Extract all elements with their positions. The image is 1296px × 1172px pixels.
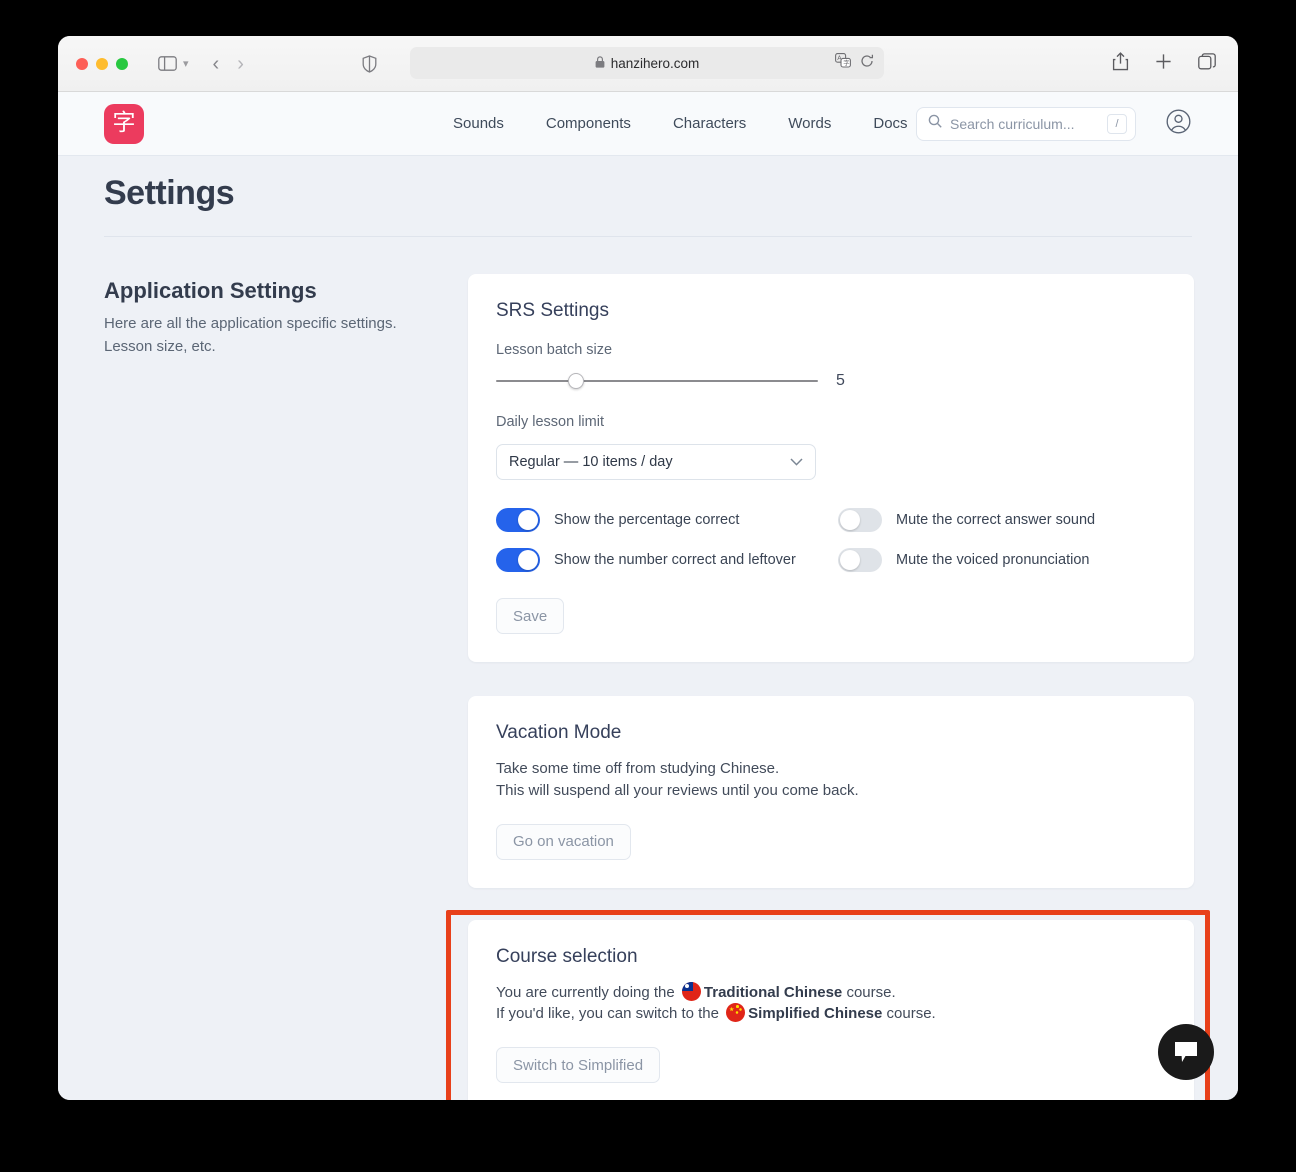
toggle-knob bbox=[840, 510, 860, 530]
switch-course-suffix: course. bbox=[886, 1005, 936, 1023]
vacation-mode-title: Vacation Mode bbox=[496, 722, 622, 743]
toggle-switch[interactable] bbox=[496, 508, 540, 532]
screen: ▾ ‹ › hanzihero.com A 字 字 Sounds Compone… bbox=[0, 0, 1296, 1172]
svg-text:字: 字 bbox=[843, 58, 849, 67]
toggle-show-percentage-correct[interactable]: Show the percentage correct bbox=[496, 508, 838, 532]
lesson-batch-size-slider[interactable] bbox=[496, 373, 818, 389]
toggle-label: Show the number correct and leftover bbox=[554, 552, 796, 568]
daily-lesson-limit-value: Regular — 10 items / day bbox=[509, 454, 673, 470]
toggle-knob bbox=[840, 550, 860, 570]
back-chevron-icon[interactable]: ‹ bbox=[213, 54, 220, 74]
toggle-switch[interactable] bbox=[838, 548, 882, 572]
toggle-label: Mute the correct answer sound bbox=[896, 512, 1096, 528]
page-content: Settings Application Settings Here are a… bbox=[58, 156, 1238, 1100]
browser-toolbar: ▾ ‹ › hanzihero.com A 字 bbox=[58, 36, 1238, 92]
toggle-switch[interactable] bbox=[496, 548, 540, 572]
china-flag-icon bbox=[726, 1003, 746, 1023]
translate-icon[interactable]: A 字 bbox=[835, 53, 851, 73]
minimize-window-button[interactable] bbox=[96, 57, 108, 70]
course-selection-card: Course selection You are currently doing… bbox=[468, 919, 1194, 1100]
nav-item-words[interactable]: Words bbox=[788, 115, 831, 132]
nav-item-components[interactable]: Components bbox=[546, 115, 631, 132]
application-settings-heading: Application Settings bbox=[104, 278, 317, 303]
daily-lesson-limit-select[interactable]: Regular — 10 items / day bbox=[496, 444, 816, 480]
application-settings-line1: Here are all the application specific se… bbox=[104, 315, 397, 332]
traffic-lights bbox=[58, 57, 128, 70]
search-icon bbox=[928, 114, 942, 133]
course-selection-title: Course selection bbox=[496, 945, 638, 967]
browser-nav-arrows: ‹ › bbox=[213, 54, 244, 74]
privacy-shield-icon[interactable] bbox=[362, 54, 377, 73]
page-title: Settings bbox=[104, 174, 235, 212]
search-input[interactable]: Search curriculum... / bbox=[916, 106, 1136, 141]
main-navigation: Sounds Components Characters Words Docs bbox=[453, 115, 908, 132]
logo-glyph: 字 bbox=[112, 110, 136, 136]
current-course-prefix: You are currently doing the bbox=[496, 983, 675, 1001]
vacation-mode-card: Vacation Mode Take some time off from st… bbox=[468, 696, 1194, 888]
toggle-mute-voiced-pronunciation[interactable]: Mute the voiced pronunciation bbox=[838, 548, 1166, 572]
search-placeholder: Search curriculum... bbox=[950, 115, 1075, 132]
sidebar-icon[interactable] bbox=[158, 56, 177, 71]
lesson-batch-size-row: 5 bbox=[496, 372, 1166, 390]
chat-bubble-icon[interactable] bbox=[1158, 1024, 1214, 1080]
site-logo[interactable]: 字 bbox=[104, 103, 144, 144]
account-circle-icon[interactable] bbox=[1166, 109, 1191, 139]
url-text: hanzihero.com bbox=[610, 55, 700, 71]
browser-window: ▾ ‹ › hanzihero.com A 字 字 Sounds Compone… bbox=[58, 36, 1238, 1100]
sidebar-chevron-down-icon[interactable]: ▾ bbox=[183, 57, 189, 70]
toolbar-right-actions bbox=[1112, 36, 1216, 91]
taiwan-flag-icon bbox=[681, 981, 701, 1001]
switch-course-name: Simplified Chinese bbox=[748, 1005, 883, 1023]
slider-track bbox=[496, 380, 818, 382]
lock-icon bbox=[595, 55, 605, 71]
share-icon[interactable] bbox=[1112, 51, 1129, 76]
toggle-label: Mute the voiced pronunciation bbox=[896, 552, 1090, 568]
toggle-switch[interactable] bbox=[838, 508, 882, 532]
forward-chevron-icon[interactable]: › bbox=[237, 54, 244, 74]
switch-course-prefix: If you'd like, you can switch to the bbox=[496, 1005, 719, 1023]
application-settings-description: Application Settings Here are all the ap… bbox=[104, 278, 454, 359]
srs-toggle-grid: Show the percentage correct Mute the cor… bbox=[496, 508, 1166, 572]
save-button[interactable]: Save bbox=[496, 598, 565, 634]
zoom-window-button[interactable] bbox=[116, 57, 128, 70]
toggle-knob bbox=[518, 510, 538, 530]
search-shortcut-key: / bbox=[1107, 113, 1127, 134]
nav-item-characters[interactable]: Characters bbox=[673, 115, 746, 132]
lesson-batch-size-label: Lesson batch size bbox=[496, 342, 613, 358]
application-settings-line2: Lesson size, etc. bbox=[104, 337, 216, 355]
vacation-mode-line1: Take some time off from studying Chinese… bbox=[496, 760, 780, 777]
switch-to-simplified-button[interactable]: Switch to Simplified bbox=[496, 1047, 661, 1083]
site-header: 字 Sounds Components Characters Words Doc… bbox=[58, 92, 1238, 156]
toggle-knob bbox=[518, 550, 538, 570]
current-course-name: Traditional Chinese bbox=[703, 983, 843, 1001]
plus-icon[interactable] bbox=[1155, 53, 1172, 75]
toggle-show-number-correct-and-leftover[interactable]: Show the number correct and leftover bbox=[496, 548, 838, 572]
go-on-vacation-button[interactable]: Go on vacation bbox=[496, 823, 631, 860]
toggle-mute-correct-answer-sound[interactable]: Mute the correct answer sound bbox=[838, 508, 1166, 532]
title-divider bbox=[104, 236, 1192, 237]
lesson-batch-size-value: 5 bbox=[836, 372, 845, 389]
settings-cards: SRS Settings Lesson batch size 5 Daily l… bbox=[468, 274, 1194, 1100]
chevron-down-icon bbox=[790, 454, 803, 470]
slider-thumb[interactable] bbox=[568, 373, 584, 389]
close-window-button[interactable] bbox=[76, 57, 88, 70]
toggle-label: Show the percentage correct bbox=[554, 512, 740, 528]
address-bar[interactable]: hanzihero.com A 字 bbox=[410, 47, 884, 79]
srs-settings-card: SRS Settings Lesson batch size 5 Daily l… bbox=[468, 274, 1194, 662]
srs-settings-title: SRS Settings bbox=[496, 300, 609, 321]
address-bar-actions: A 字 bbox=[835, 47, 874, 79]
daily-lesson-limit-label: Daily lesson limit bbox=[496, 414, 604, 430]
tab-overview-icon[interactable] bbox=[1198, 52, 1216, 75]
nav-item-sounds[interactable]: Sounds bbox=[453, 115, 504, 132]
current-course-suffix: course. bbox=[846, 983, 896, 1001]
vacation-mode-line2: This will suspend all your reviews until… bbox=[496, 781, 859, 799]
reload-icon[interactable] bbox=[860, 54, 874, 73]
nav-item-docs[interactable]: Docs bbox=[873, 115, 907, 132]
